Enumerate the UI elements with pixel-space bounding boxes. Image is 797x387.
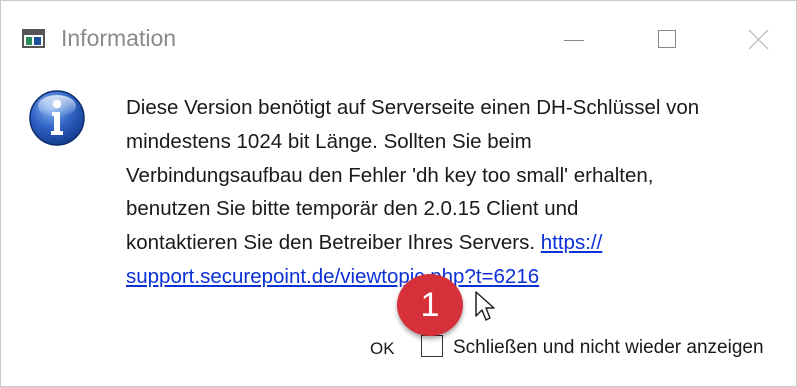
- app-window-icon: [22, 29, 45, 48]
- mouse-pointer-icon: [475, 291, 495, 321]
- message-line: Verbindungsaufbau den Fehler 'dh key too…: [126, 163, 654, 187]
- annotation-badge: 1: [397, 274, 463, 336]
- message-line: benutzen Sie bitte temporär den 2.0.15 C…: [126, 197, 579, 221]
- message-line: mindestens 1024 bit Länge. Sollten Sie b…: [126, 129, 532, 153]
- maximize-icon: [658, 30, 676, 48]
- maximize-button[interactable]: [648, 19, 688, 59]
- support-link[interactable]: https://: [541, 231, 603, 254]
- dialog-window: Information Diese Version benötigt auf S…: [0, 0, 797, 387]
- ok-button[interactable]: OK: [370, 339, 395, 359]
- info-icon: [29, 90, 85, 146]
- checkbox-label[interactable]: Schließen und nicht wieder anzeigen: [453, 337, 764, 359]
- minimize-button[interactable]: [554, 19, 594, 59]
- dont-show-again-checkbox[interactable]: [421, 335, 443, 357]
- close-button[interactable]: [739, 19, 779, 59]
- message-line: kontaktieren Sie den Betreiber Ihres Ser…: [126, 226, 791, 260]
- message-text: Diese Version benötigt auf Serverseite e…: [126, 91, 791, 294]
- message-line: Diese Version benötigt auf Serverseite e…: [126, 96, 700, 119]
- window-title: Information: [61, 25, 177, 51]
- close-icon: [748, 29, 769, 50]
- message-line-text: kontaktieren Sie den Betreiber Ihres Ser…: [126, 231, 541, 255]
- title-bar[interactable]: Information: [1, 1, 796, 61]
- minimize-icon: [564, 40, 584, 41]
- support-link-continued[interactable]: support.securepoint.de/viewtopic.php?t=6…: [126, 265, 539, 288]
